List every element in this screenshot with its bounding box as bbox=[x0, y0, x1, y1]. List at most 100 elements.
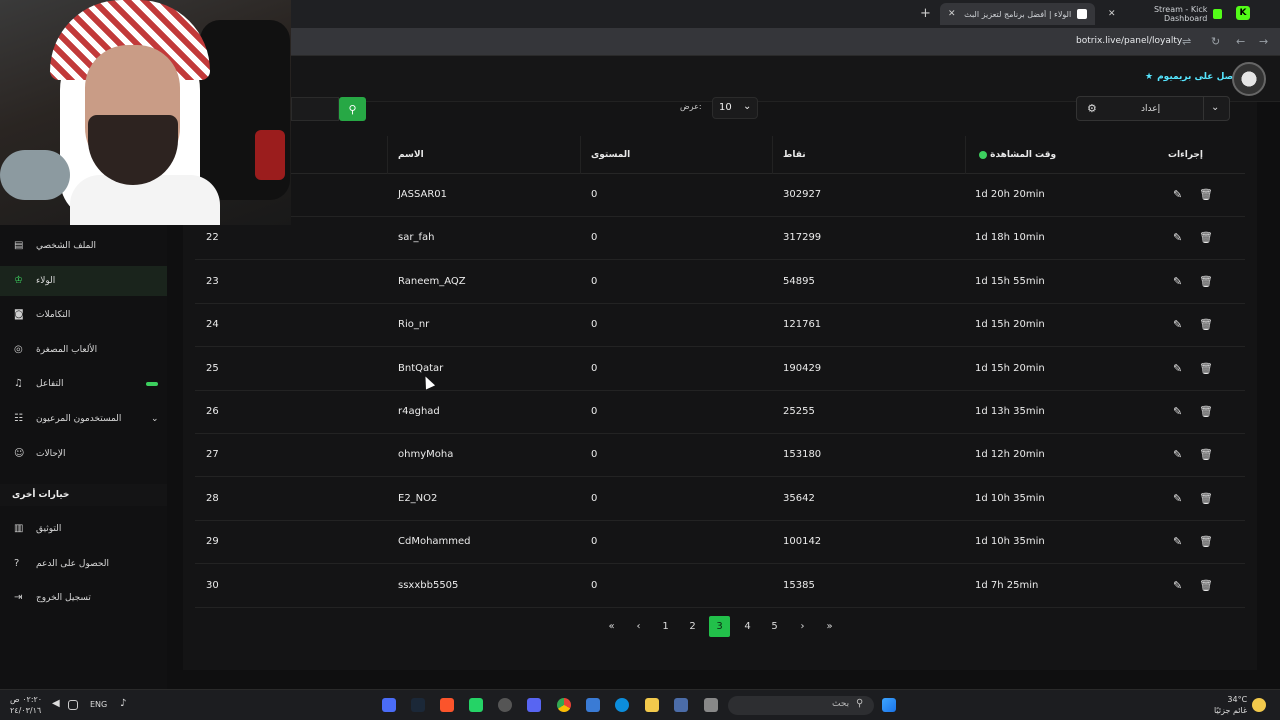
header-name[interactable]: الاسم bbox=[398, 150, 424, 160]
edit-icon[interactable]: ✎ bbox=[1173, 535, 1182, 548]
sidebar-item-minigames[interactable]: ◎ الألعاب المصغرة bbox=[0, 335, 167, 365]
edit-icon[interactable]: ✎ bbox=[1173, 448, 1182, 461]
forward-icon[interactable]: → bbox=[1259, 35, 1268, 48]
prev-page-button[interactable]: ‹ bbox=[628, 616, 649, 637]
level-cell: 0 bbox=[591, 580, 598, 591]
url-field[interactable]: botrix.live/panel/loyalty bbox=[1076, 36, 1182, 46]
edit-icon[interactable]: ✎ bbox=[1173, 579, 1182, 592]
chrome-icon[interactable] bbox=[557, 698, 571, 712]
sidebar-item-logout[interactable]: ⇥ تسجيل الخروج bbox=[0, 583, 167, 613]
weather-text: غائم جزئيًا bbox=[1214, 706, 1248, 715]
trash-icon[interactable]: 🗑 bbox=[1199, 492, 1213, 505]
table-row: 25 BntQatar 0 190429 1d 15h 20min ✎ 🗑 bbox=[195, 348, 1245, 391]
last-page-button[interactable]: » bbox=[819, 616, 840, 637]
level-cell: 0 bbox=[591, 363, 598, 374]
chevron-down-icon[interactable]: ⌄ bbox=[151, 414, 159, 424]
brave-icon[interactable] bbox=[440, 698, 454, 712]
watch-time-cell: 1d 13h 35min bbox=[975, 406, 1045, 417]
weather-widget[interactable]: 34°C غائم جزئيًا bbox=[1214, 694, 1247, 716]
points-cell: 153180 bbox=[783, 449, 822, 460]
store-icon[interactable] bbox=[586, 698, 600, 712]
search-label: بحث bbox=[832, 699, 850, 709]
level-cell: 0 bbox=[591, 449, 598, 460]
app-icon-4[interactable] bbox=[704, 698, 718, 712]
get-premium-link[interactable]: احصل على بريميوم ★ bbox=[1145, 72, 1243, 82]
trash-icon[interactable]: 🗑 bbox=[1199, 318, 1213, 331]
search-input[interactable] bbox=[291, 97, 339, 121]
clock[interactable]: ٠٢:٢٠ ص ٢٤/٠٣/١٦ bbox=[10, 694, 42, 716]
show-label: عرض: bbox=[680, 102, 702, 111]
network-icon[interactable] bbox=[68, 700, 78, 710]
settings-dropdown[interactable]: ⚙ إعداد ⌄ bbox=[1076, 96, 1230, 121]
tab-kick-dashboard[interactable]: Stream - Kick Dashboard ✕ bbox=[1100, 3, 1230, 25]
avatar[interactable] bbox=[1232, 62, 1266, 96]
file-explorer-icon[interactable] bbox=[645, 698, 659, 712]
edit-icon[interactable]: ✎ bbox=[1173, 492, 1182, 505]
app-icon-3[interactable] bbox=[674, 698, 688, 712]
steam-icon[interactable] bbox=[411, 698, 425, 712]
trash-icon[interactable]: 🗑 bbox=[1199, 579, 1213, 592]
level-cell: 0 bbox=[591, 276, 598, 287]
edit-icon[interactable]: ✎ bbox=[1173, 275, 1182, 288]
tab-loyalty[interactable]: الولاء | أفضل برنامج لتعزيز البث ا ✕ bbox=[940, 3, 1095, 25]
taskbar-search[interactable]: بحث ⚲ bbox=[728, 696, 874, 715]
trash-icon[interactable]: 🗑 bbox=[1199, 405, 1213, 418]
page-button[interactable]: 4 bbox=[737, 616, 758, 637]
app-icon-1[interactable] bbox=[382, 698, 396, 712]
sidebar-item-integrations[interactable]: ◙ التكاملات bbox=[0, 300, 167, 330]
chair-accent-shape bbox=[255, 130, 285, 180]
chevron-down-icon: ⌄ bbox=[1211, 102, 1220, 113]
trash-icon[interactable]: 🗑 bbox=[1199, 231, 1213, 244]
page-button[interactable]: 1 bbox=[655, 616, 676, 637]
sidebar-item-support[interactable]: ? الحصول على الدعم bbox=[0, 549, 167, 579]
name-cell: Raneem_AQZ bbox=[398, 276, 466, 287]
edit-icon[interactable]: ✎ bbox=[1173, 188, 1182, 201]
next-page-button[interactable]: › bbox=[792, 616, 813, 637]
sidebar-item-profile[interactable]: ▤ الملف الشخصي bbox=[0, 231, 167, 261]
sidebar-item-label: التفاعل bbox=[36, 379, 64, 389]
microphone-icon[interactable]: ♪ bbox=[120, 698, 134, 712]
temperature-text: 34°C bbox=[1227, 695, 1248, 704]
back-icon[interactable]: ← bbox=[1236, 35, 1245, 48]
close-icon[interactable]: ✕ bbox=[1108, 9, 1116, 19]
site-settings-icon[interactable]: ⇌ bbox=[1182, 35, 1191, 48]
edit-icon[interactable]: ✎ bbox=[1173, 405, 1182, 418]
trash-icon[interactable]: 🗑 bbox=[1199, 362, 1213, 375]
sidebar-item-label: الملف الشخصي bbox=[36, 241, 96, 251]
sidebar-item-sponsored-users[interactable]: ☷ المستخدمون المرعيون ⌄ bbox=[0, 404, 167, 434]
volume-icon[interactable]: ◀ bbox=[52, 698, 66, 712]
page-button-active[interactable]: 3 bbox=[709, 616, 730, 637]
new-tab-button[interactable]: + bbox=[920, 6, 931, 21]
sidebar-item-referrals[interactable]: ☺ الإحالات bbox=[0, 439, 167, 469]
trash-icon[interactable]: 🗑 bbox=[1199, 188, 1213, 201]
header-watch-time[interactable]: وقت المشاهدة bbox=[975, 150, 1056, 160]
first-page-button[interactable]: « bbox=[601, 616, 622, 637]
trash-icon[interactable]: 🗑 bbox=[1199, 275, 1213, 288]
sidebar-item-loyalty[interactable]: ♔ الولاء bbox=[0, 266, 167, 296]
trash-icon[interactable]: 🗑 bbox=[1199, 535, 1213, 548]
edit-icon[interactable]: ✎ bbox=[1173, 318, 1182, 331]
edge-icon[interactable] bbox=[615, 698, 629, 712]
start-icon[interactable] bbox=[882, 698, 896, 712]
sidebar-item-interaction[interactable]: ♫ التفاعل bbox=[0, 369, 167, 399]
edit-icon[interactable]: ✎ bbox=[1173, 362, 1182, 375]
close-icon[interactable]: ✕ bbox=[948, 9, 956, 19]
trash-icon[interactable]: 🗑 bbox=[1199, 448, 1213, 461]
table-row: 24 Rio_nr 0 121761 1d 15h 20min ✎ 🗑 bbox=[195, 304, 1245, 347]
app-icon-2[interactable] bbox=[498, 698, 512, 712]
reload-icon[interactable]: ↻ bbox=[1211, 35, 1220, 48]
whatsapp-icon[interactable] bbox=[469, 698, 483, 712]
edit-icon[interactable]: ✎ bbox=[1173, 231, 1182, 244]
language-indicator[interactable]: ENG bbox=[90, 700, 107, 709]
header-points[interactable]: نقاط bbox=[783, 150, 806, 160]
page-button[interactable]: 5 bbox=[764, 616, 785, 637]
page-button[interactable]: 2 bbox=[682, 616, 703, 637]
rank-cell: 22 bbox=[206, 232, 219, 243]
discord-icon[interactable] bbox=[527, 698, 541, 712]
sidebar-item-label: المستخدمون المرعيون bbox=[36, 414, 122, 424]
page-size-select[interactable]: 10 ⌄ bbox=[712, 97, 758, 119]
table-row: 22 sar_fah 0 317299 1d 18h 10min ✎ 🗑 bbox=[195, 217, 1245, 260]
header-level[interactable]: المستوى bbox=[591, 150, 630, 160]
search-button[interactable]: ⚲ bbox=[339, 97, 366, 121]
sidebar-item-docs[interactable]: ▥ التوثيق bbox=[0, 514, 167, 544]
